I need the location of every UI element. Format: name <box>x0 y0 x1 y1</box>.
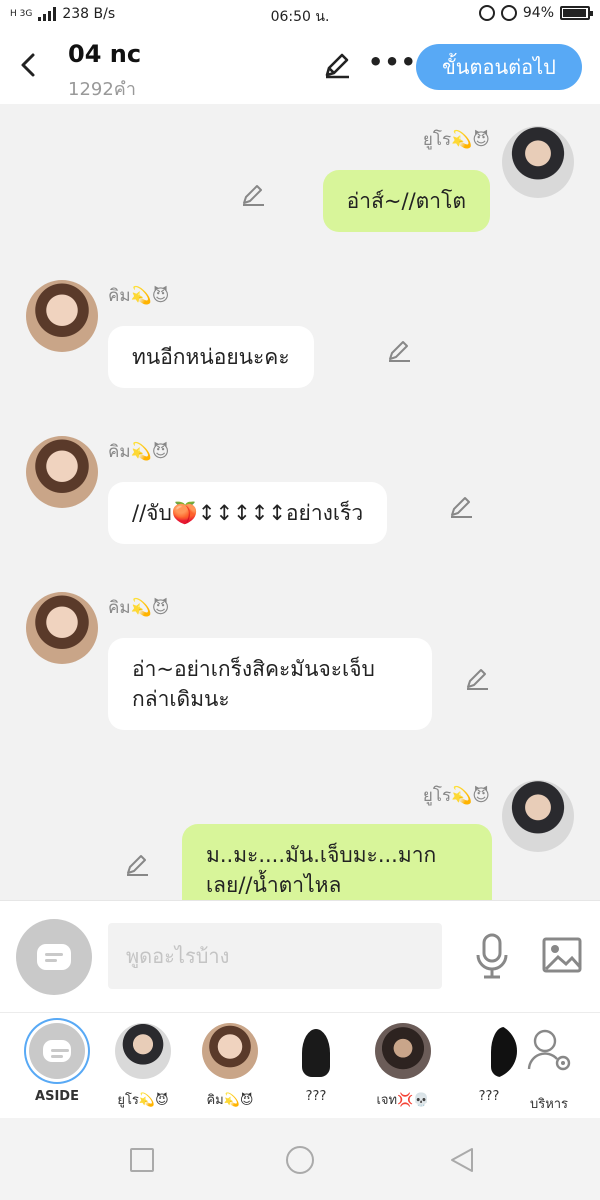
image-icon[interactable] <box>542 937 582 973</box>
sender-name: คิม💫😈 <box>108 442 170 462</box>
alarm-icon <box>500 5 517 21</box>
next-step-button[interactable]: ขั้นตอนต่อไป <box>416 44 582 90</box>
battery-icon <box>560 6 593 20</box>
avatar-kim[interactable] <box>26 436 98 508</box>
silhouette-avatar <box>288 1023 344 1079</box>
status-bar: H 3G 238 B/s 06:50 น. 94% <box>0 0 600 30</box>
app-header: 04 nc 1292คำ ••• ขั้นตอนต่อไป <box>0 30 600 104</box>
character-label: ASIDE <box>35 1089 79 1104</box>
message-input[interactable] <box>108 923 442 989</box>
edit-message-icon[interactable] <box>124 852 150 878</box>
sender-name: ยูโร💫😈 <box>422 130 490 150</box>
edit-message-icon[interactable] <box>240 182 266 208</box>
chat-bubble-icon <box>37 944 71 970</box>
character-label: บริหาร <box>529 1097 569 1112</box>
manage-characters[interactable]: บริหาร <box>516 1023 582 1114</box>
avatar-yuro[interactable] <box>502 126 574 198</box>
character-label: เจท💢💀 <box>376 1093 430 1108</box>
page-title: 04 nc <box>68 40 142 68</box>
avatar-kim[interactable] <box>26 280 98 352</box>
more-dots-icon[interactable]: ••• <box>368 48 417 76</box>
character-aside[interactable]: ASIDE <box>24 1023 90 1104</box>
edit-message-icon[interactable] <box>386 338 412 364</box>
avatar <box>115 1023 171 1079</box>
avatar-yuro[interactable] <box>502 780 574 852</box>
message-bubble-1[interactable]: อ่าส์~//ตาโต <box>322 170 490 232</box>
character-unknown-1[interactable]: ??? <box>283 1023 349 1104</box>
aside-avatar <box>29 1023 85 1079</box>
triangle-back-icon[interactable] <box>448 1146 476 1174</box>
rotation-lock-icon <box>478 5 495 21</box>
message-bubble-2[interactable]: ทนอีกหน่อยนะคะ <box>108 326 314 388</box>
word-count: 1292คำ <box>68 79 136 100</box>
message-bubble-3[interactable]: //จับ🍑↕↕↕↕↕อย่างเร็ว <box>108 482 388 544</box>
sender-name: ยูโร💫😈 <box>422 786 490 806</box>
avatar <box>375 1023 431 1079</box>
pencil-icon[interactable] <box>322 50 352 80</box>
input-bar <box>0 900 600 1012</box>
edit-message-icon[interactable] <box>448 494 474 520</box>
person-settings-icon <box>527 1029 571 1071</box>
message-bubble-4[interactable]: อ่า~อย่าเกร็งสิคะมันจะเจ็บกล่าเดิมนะ <box>108 638 432 730</box>
system-nav-bar <box>0 1118 600 1200</box>
character-label: คิม💫😈 <box>206 1093 254 1108</box>
character-yuro[interactable]: ยูโร💫😈 <box>110 1023 176 1110</box>
chat-area[interactable]: ยูโร💫😈 อ่าส์~//ตาโต คิม💫😈 ทนอีกหน่อยนะคะ… <box>0 104 600 900</box>
character-label: ยูโร💫😈 <box>117 1093 169 1108</box>
battery-percent: 94% <box>522 5 554 21</box>
character-label: ??? <box>478 1089 500 1104</box>
message-bubble-5[interactable]: ม..มะ....มัน.เจ็บมะ...มากเลย//น้ำตาไหล <box>182 824 492 900</box>
character-label: ??? <box>305 1089 327 1104</box>
character-kim[interactable]: คิม💫😈 <box>197 1023 263 1110</box>
chat-bubble-icon <box>43 1040 71 1062</box>
silhouette-avatar <box>461 1023 517 1079</box>
character-jet[interactable]: เจท💢💀 <box>370 1023 436 1110</box>
battery-fill <box>563 9 586 17</box>
aside-toggle-button[interactable] <box>16 919 92 995</box>
edit-message-icon[interactable] <box>464 666 490 692</box>
circle-icon[interactable] <box>286 1146 314 1174</box>
character-unknown-2[interactable]: ??? <box>456 1023 522 1104</box>
avatar <box>202 1023 258 1079</box>
character-bar: ASIDE ยูโร💫😈 คิม💫😈 ??? เจท💢💀 ??? บริหาร <box>0 1012 600 1118</box>
chevron-left-icon[interactable] <box>14 50 44 80</box>
sender-name: คิม💫😈 <box>108 598 170 618</box>
microphone-icon[interactable] <box>474 933 510 979</box>
square-icon[interactable] <box>130 1148 154 1172</box>
sender-name: คิม💫😈 <box>108 286 170 306</box>
status-right: 94% <box>478 5 593 21</box>
avatar-kim[interactable] <box>26 592 98 664</box>
